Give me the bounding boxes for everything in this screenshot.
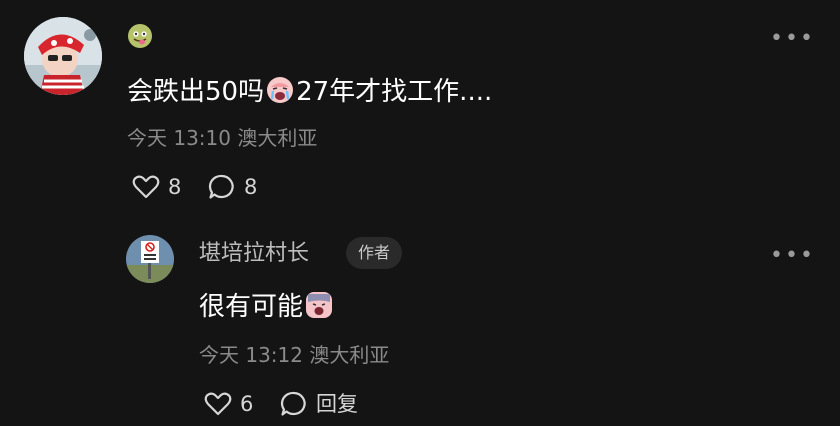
scared-face-emoji-icon [304, 290, 334, 320]
crying-face-emoji-icon [265, 75, 295, 105]
speech-bubble-icon [208, 174, 234, 199]
author-badge: 作者 [346, 237, 403, 269]
reply-text: 很有可能 [199, 290, 335, 320]
reply-author-avatar[interactable] [126, 235, 174, 283]
speech-bubble-icon [280, 391, 306, 416]
reply-like-count: 6 [240, 391, 254, 416]
comment-like-button[interactable]: 8 [132, 174, 181, 200]
comment-text: 会跌出50吗 27年才找工作.... [127, 75, 492, 105]
commenter-avatar[interactable] [24, 17, 102, 95]
comment-reply-count-button[interactable]: 8 [208, 174, 257, 200]
reply-button-label: 回复 [316, 391, 358, 416]
reply-text-content: 很有可能 [199, 292, 304, 322]
comment-reply-count: 8 [244, 174, 258, 199]
comment-text-part1: 会跌出50吗 [127, 77, 265, 107]
reply-button[interactable]: 回复 [280, 391, 358, 417]
comment-time-location: 今天 13:10 澳大利亚 [127, 126, 318, 150]
reply-time-location: 今天 13:12 澳大利亚 [199, 343, 390, 367]
reply-like-button[interactable]: 6 [204, 391, 253, 417]
reply-more-button[interactable]: ••• [770, 245, 815, 267]
reply-username[interactable]: 堪培拉村长 [199, 243, 309, 265]
commenter-emoji-avatar-icon[interactable] [127, 23, 153, 49]
heart-icon [132, 175, 160, 199]
comment-like-count: 8 [168, 174, 182, 199]
comment-more-button[interactable]: ••• [770, 28, 815, 50]
heart-icon [204, 392, 232, 416]
comment-text-part2: 27年才找工作.... [296, 77, 493, 107]
